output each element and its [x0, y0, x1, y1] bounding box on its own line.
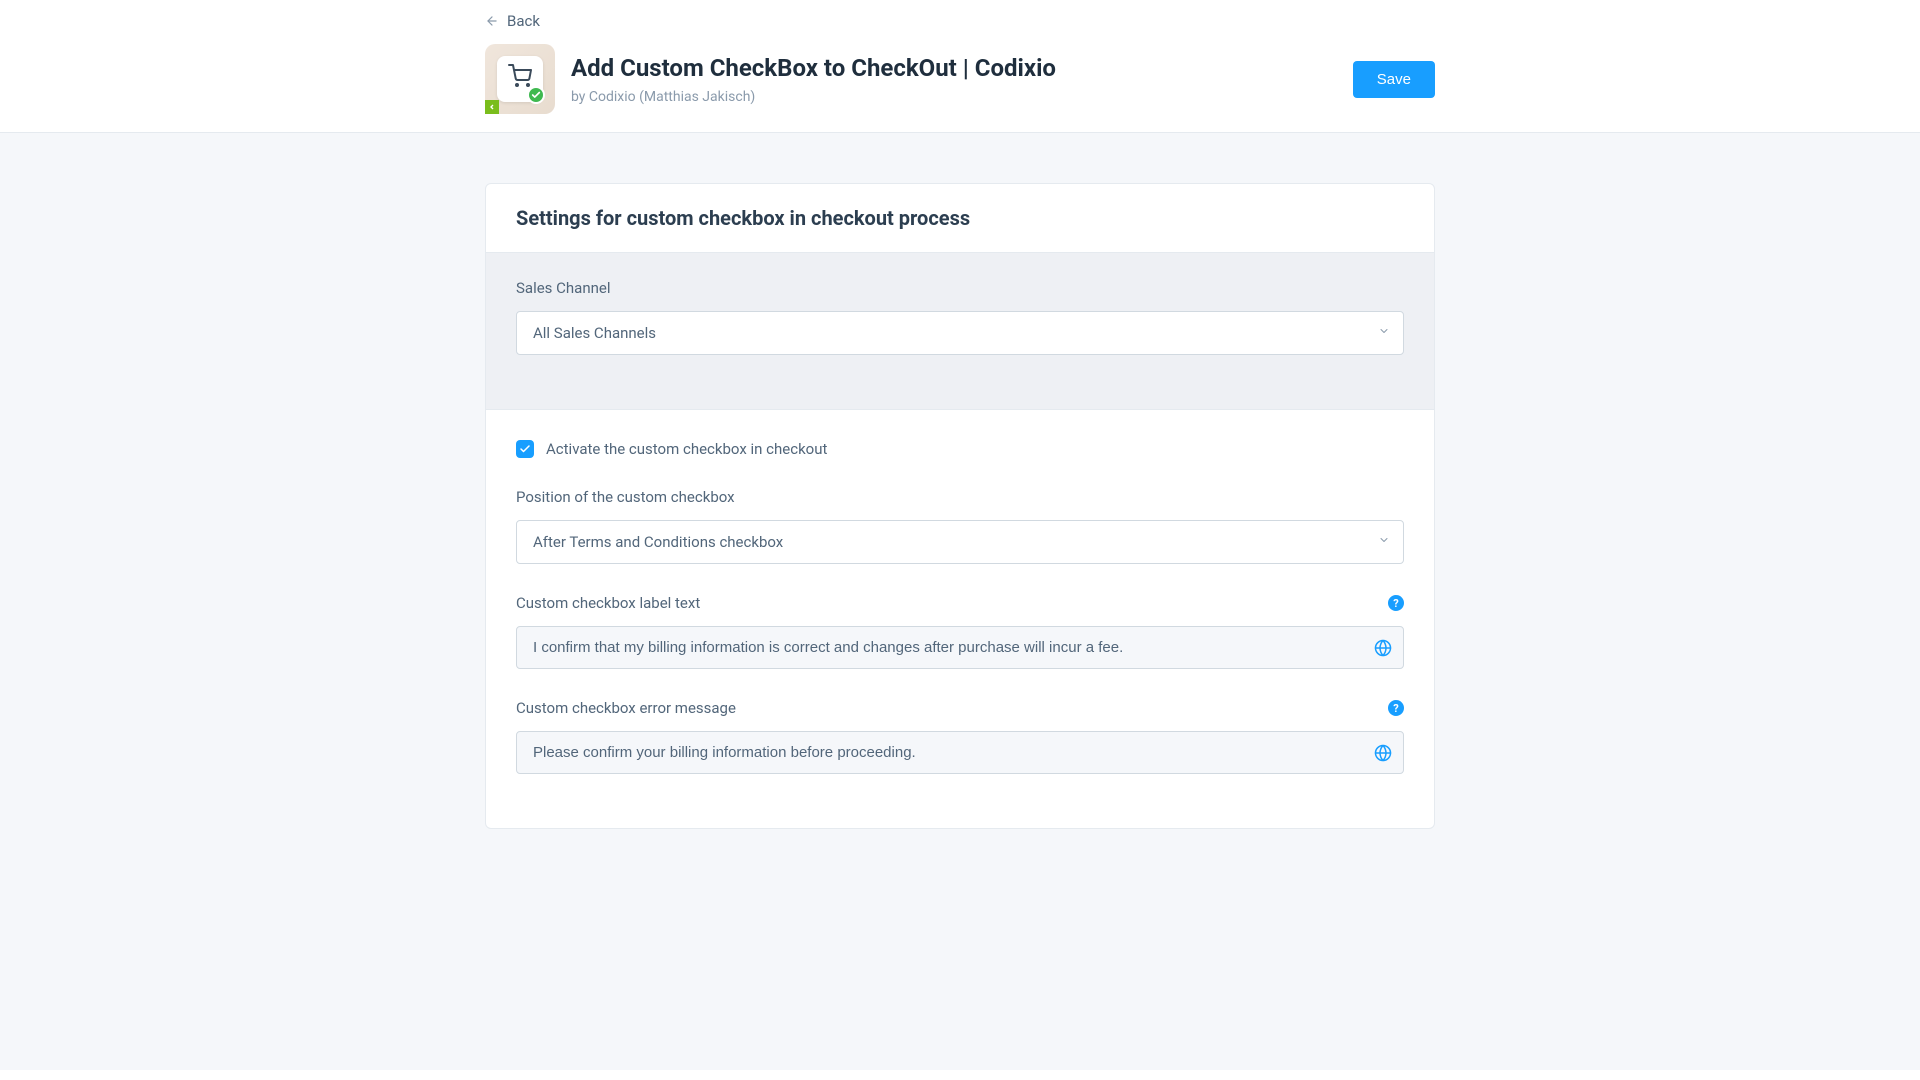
page-header: Back Add Custom CheckBox to CheckOut | C… [0, 0, 1920, 133]
checkmark-badge-icon [527, 86, 545, 104]
app-icon [485, 44, 555, 114]
error-message-input[interactable] [516, 731, 1404, 774]
page-title: Add Custom CheckBox to CheckOut | Codixi… [571, 53, 1337, 84]
sales-channel-select[interactable]: All Sales Channels [516, 311, 1404, 355]
back-button[interactable]: Back [485, 12, 540, 30]
label-text-input[interactable] [516, 626, 1404, 669]
settings-card: Settings for custom checkbox in checkout… [485, 183, 1435, 829]
error-message-label: Custom checkbox error message [516, 699, 736, 717]
position-select[interactable]: After Terms and Conditions checkbox [516, 520, 1404, 564]
card-title: Settings for custom checkbox in checkout… [516, 206, 1404, 230]
arrow-left-icon [485, 14, 499, 28]
save-button[interactable]: Save [1353, 61, 1435, 98]
page-byline: by Codixio (Matthias Jakisch) [571, 89, 1337, 105]
main-content: Settings for custom checkbox in checkout… [0, 133, 1920, 1070]
help-icon[interactable]: ? [1388, 700, 1404, 716]
activate-checkbox-label[interactable]: Activate the custom checkbox in checkout [546, 440, 827, 458]
activate-checkbox[interactable] [516, 440, 534, 458]
globe-icon[interactable] [1374, 744, 1392, 762]
label-text-label: Custom checkbox label text [516, 594, 700, 612]
sales-channel-label: Sales Channel [516, 279, 1404, 297]
back-label: Back [507, 12, 540, 30]
position-label: Position of the custom checkbox [516, 488, 1404, 506]
plugin-corner-icon [485, 100, 499, 114]
globe-icon[interactable] [1374, 639, 1392, 657]
help-icon[interactable]: ? [1388, 595, 1404, 611]
